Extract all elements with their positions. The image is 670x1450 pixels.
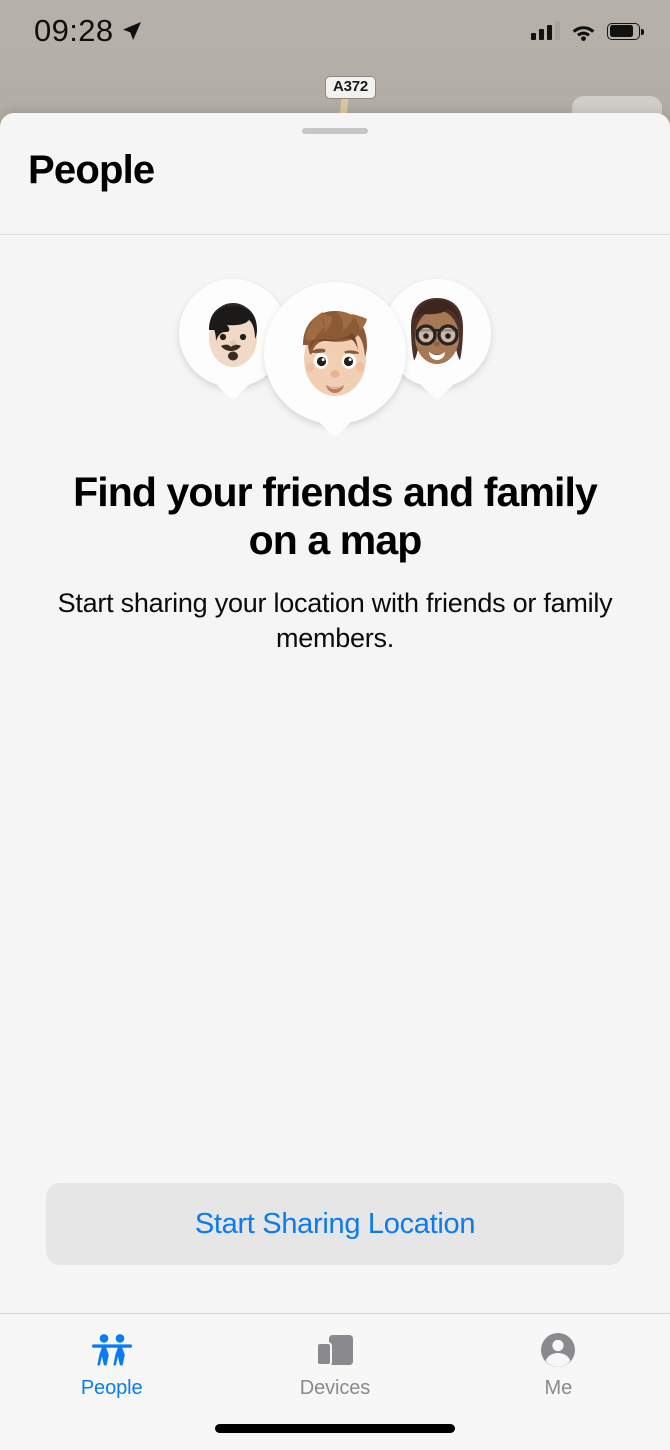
home-indicator bbox=[215, 1424, 455, 1433]
tab-devices-label: Devices bbox=[299, 1377, 371, 1399]
wifi-icon bbox=[572, 25, 595, 41]
tab-people[interactable]: People bbox=[0, 1328, 223, 1400]
empty-state-headline: Find your friends and family on a map bbox=[73, 469, 598, 563]
memoji-avatar-center bbox=[264, 282, 406, 424]
road-shield-icon: A372 bbox=[325, 76, 377, 99]
empty-state-subtitle: Start sharing your location with friends… bbox=[57, 588, 613, 653]
status-bar: 09:28 bbox=[0, 0, 670, 62]
status-bar-clock: 09:28 bbox=[34, 13, 114, 48]
status-bar-right bbox=[531, 21, 644, 41]
cellular-signal-icon bbox=[531, 21, 560, 40]
person-circle-icon bbox=[540, 1328, 576, 1372]
status-bar-left: 09:28 bbox=[34, 13, 144, 49]
location-arrow-icon bbox=[122, 22, 141, 40]
memoji-avatar-cluster bbox=[175, 267, 495, 457]
tab-people-label: People bbox=[80, 1377, 143, 1399]
tab-me-label: Me bbox=[544, 1377, 573, 1399]
start-sharing-location-button[interactable]: Start Sharing Location bbox=[46, 1183, 624, 1265]
people-sheet: People Find your friends and family on a… bbox=[0, 113, 670, 1450]
devices-icon bbox=[315, 1328, 355, 1372]
empty-state: Find your friends and family on a map St… bbox=[0, 235, 670, 655]
tab-me[interactable]: Me bbox=[447, 1328, 670, 1400]
tab-devices[interactable]: Devices bbox=[223, 1328, 446, 1400]
action-area: Start Sharing Location bbox=[0, 1183, 670, 1265]
sheet-header: People bbox=[0, 134, 670, 234]
battery-icon bbox=[607, 22, 644, 40]
page-title: People bbox=[28, 148, 155, 192]
people-icon bbox=[90, 1328, 134, 1372]
